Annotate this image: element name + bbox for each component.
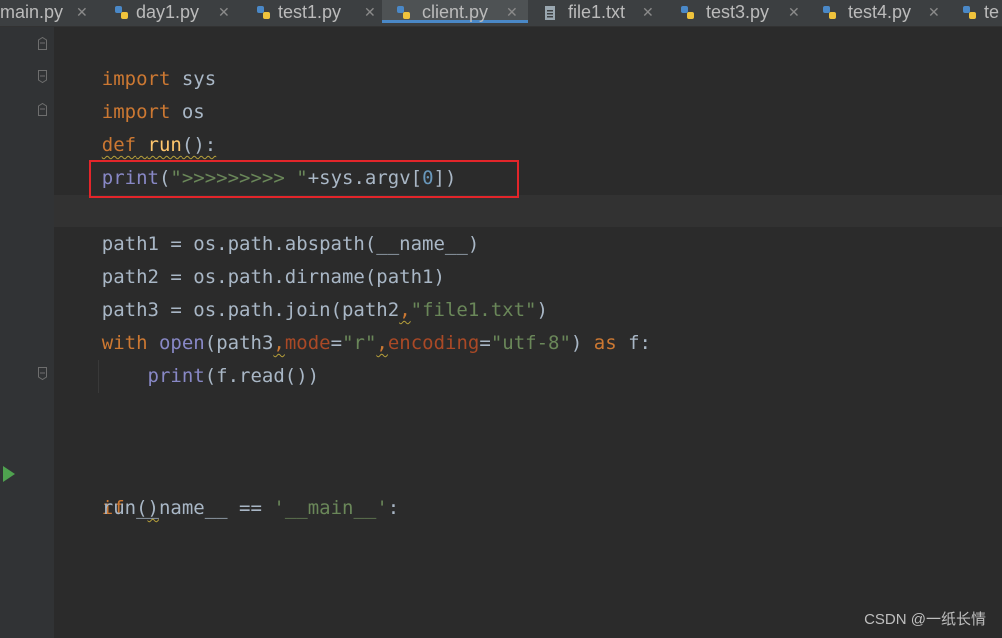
code-line-2: import os <box>56 63 205 123</box>
code-line-path2: path2 = os.path.dirname(path1) <box>56 261 445 294</box>
tab-label: file1.txt <box>568 2 626 22</box>
watermark: CSDN @一纸长情 <box>864 611 986 628</box>
code-text: : <box>387 497 400 519</box>
string-literal: "r" <box>342 332 377 354</box>
string-literal: "file1.txt" <box>410 299 537 321</box>
code-text: path2 = os.path.dirname(path1) <box>101 266 445 288</box>
python-file-icon <box>681 6 694 19</box>
fold-marker-icon[interactable] <box>38 37 47 50</box>
code-text: ) <box>147 497 159 519</box>
function-call: run <box>101 497 137 519</box>
comma: , <box>376 332 388 354</box>
code-text: ( <box>136 497 148 519</box>
parameter-name: encoding <box>387 332 480 354</box>
tab-label: test1.py <box>278 2 342 22</box>
code-text: = <box>479 332 491 354</box>
code-line-path1: path1 = os.path.abspath(__name__) <box>56 228 480 261</box>
code-text: (f.read()) <box>204 365 320 387</box>
tab-overflow[interactable]: te <box>962 0 1002 26</box>
editor-tab-bar: main.py ✕ day1.py ✕ test1.py ✕ client.py… <box>0 0 1002 27</box>
close-icon[interactable]: ✕ <box>928 0 940 24</box>
tab-day1-py[interactable]: day1.py ✕ <box>114 0 250 26</box>
tab-label: day1.py <box>136 2 200 22</box>
tab-label: te <box>984 2 1000 22</box>
close-icon[interactable]: ✕ <box>218 0 230 24</box>
string-literal: "utf-8" <box>490 332 571 354</box>
close-icon[interactable]: ✕ <box>788 0 800 24</box>
python-file-icon <box>257 6 270 19</box>
code-line-run-call: run() <box>56 492 159 525</box>
code-text: = <box>330 332 343 354</box>
code-text: (): <box>181 134 217 156</box>
function-name: run <box>147 134 182 156</box>
code-line-if-main: if __name__ == '__main__': <box>56 459 399 519</box>
code-line-path3: path3 = os.path.join(path2,"file1.txt") <box>56 294 548 327</box>
close-icon[interactable]: ✕ <box>642 0 654 24</box>
close-icon[interactable]: ✕ <box>506 0 518 24</box>
keyword: def <box>101 134 137 156</box>
comma: , <box>273 332 285 354</box>
code-line-with-open: with open(path3,mode="r",encoding="utf-8… <box>56 327 651 360</box>
code-line-1: import sys <box>56 30 216 90</box>
code-text: ) <box>570 332 594 354</box>
close-icon[interactable]: ✕ <box>364 0 376 24</box>
string-literal: '__main__' <box>273 497 388 519</box>
annotation-highlight-box <box>89 160 519 198</box>
keyword: as <box>593 332 617 354</box>
tab-test3-py[interactable]: test3.py ✕ <box>680 0 808 26</box>
python-file-icon <box>397 6 410 19</box>
fold-marker-icon[interactable] <box>38 70 47 83</box>
python-file-icon <box>963 6 976 19</box>
code-line-3: def run(): <box>56 96 216 156</box>
tab-label: test3.py <box>706 2 770 22</box>
tab-label: test4.py <box>848 2 912 22</box>
tab-file1-txt[interactable]: file1.txt ✕ <box>542 0 670 26</box>
current-line-highlight <box>54 195 1002 227</box>
fold-marker-icon[interactable] <box>38 103 47 116</box>
code-text: ) <box>536 299 548 321</box>
close-icon[interactable]: ✕ <box>76 0 88 24</box>
builtin-open: open <box>158 332 205 354</box>
text-file-icon <box>545 6 555 20</box>
tab-label: client.py <box>422 2 489 22</box>
tab-test1-py[interactable]: test1.py ✕ <box>256 0 378 26</box>
tab-main-py[interactable]: main.py ✕ <box>0 0 90 26</box>
tab-client-py[interactable]: client.py ✕ <box>382 0 528 23</box>
parameter-name: mode <box>284 332 331 354</box>
run-triangle-icon[interactable] <box>2 465 16 483</box>
code-line-print-read: print(f.read()) <box>56 360 320 393</box>
keyword: with <box>101 332 148 354</box>
code-text: (path3 <box>204 332 274 354</box>
editor-gutter <box>0 27 54 638</box>
python-file-icon <box>823 6 836 19</box>
tab-test4-py[interactable]: test4.py ✕ <box>822 0 950 26</box>
code-text: path1 = os.path.abspath(__name__) <box>101 233 480 255</box>
builtin-print: print <box>147 365 205 387</box>
comma: , <box>399 299 411 321</box>
fold-marker-icon[interactable] <box>38 367 47 380</box>
python-file-icon <box>115 6 128 19</box>
tab-label: main.py <box>0 2 64 22</box>
code-text: path3 = os.path.join(path2 <box>101 299 400 321</box>
code-text: f: <box>616 332 651 354</box>
